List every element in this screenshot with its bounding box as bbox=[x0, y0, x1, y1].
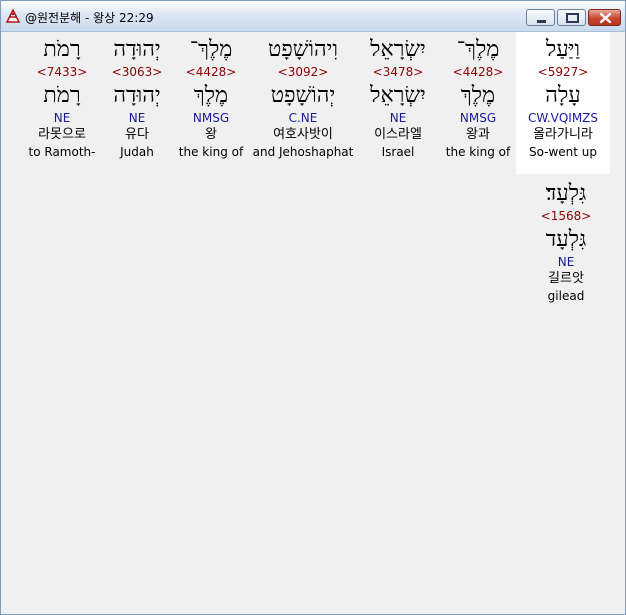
hebrew-lemma: גִּלְעָד bbox=[545, 227, 587, 252]
strong-number: <5927> bbox=[537, 65, 589, 79]
english-gloss: Israel bbox=[381, 145, 415, 159]
hebrew-word: וִיהוֹשָׁפָט bbox=[267, 37, 339, 62]
morphology-code: C.NE bbox=[288, 111, 318, 125]
close-button[interactable] bbox=[588, 9, 621, 26]
word-card[interactable]: מֶלֶךְ־ <4428> מֶלֶךְ NMSG 왕 the king of bbox=[172, 32, 250, 174]
hebrew-word: יִשְׂרָאֵל bbox=[370, 37, 426, 62]
hebrew-lemma: רָמֹת bbox=[43, 83, 81, 108]
morphology-code: NE bbox=[557, 255, 575, 269]
hebrew-lemma: מֶלֶךְ bbox=[193, 83, 229, 108]
morphology-code: NE bbox=[128, 111, 146, 125]
english-gloss: gilead bbox=[547, 289, 585, 303]
hebrew-lemma: עָלָה bbox=[545, 83, 581, 108]
maximize-button[interactable] bbox=[557, 9, 586, 26]
hebrew-lemma: יִשְׂרָאֵל bbox=[370, 83, 426, 108]
morphology-code: CW.VQIMZS bbox=[527, 111, 599, 125]
hebrew-lemma: מֶלֶךְ bbox=[460, 83, 496, 108]
strong-number: <3092> bbox=[277, 65, 329, 79]
minimize-icon bbox=[537, 20, 546, 23]
hebrew-lemma: יְהוּדָה bbox=[113, 83, 161, 108]
english-gloss: and Jehoshaphat bbox=[252, 145, 354, 159]
word-card[interactable]: יִשְׂרָאֵל <3478> יִשְׂרָאֵל NE 이스라엘 Isr… bbox=[356, 32, 440, 174]
hebrew-word: מֶלֶךְ־ bbox=[189, 37, 233, 62]
app-icon bbox=[5, 8, 21, 24]
app-window: @원전분해 - 왕상 22:29 וַיַּעַל <5927> עָלָה C… bbox=[0, 0, 626, 615]
strong-number: <4428> bbox=[452, 65, 504, 79]
hebrew-word: רָמֹת bbox=[43, 37, 81, 62]
word-card[interactable]: רָמֹת <7433> רָמֹת NE 라못으로 to Ramoth- bbox=[24, 32, 100, 174]
korean-gloss: 올라가니라 bbox=[533, 127, 593, 142]
english-gloss: Judah bbox=[120, 145, 154, 159]
korean-gloss: 라못으로 bbox=[38, 127, 86, 142]
hebrew-word: יְהוּדָה bbox=[113, 37, 161, 62]
word-card[interactable]: יְהוּדָה <3063> יְהוּדָה NE 유다 Judah bbox=[102, 32, 172, 174]
close-icon bbox=[599, 12, 612, 24]
korean-gloss: 길르앗 bbox=[548, 271, 584, 286]
english-gloss: the king of bbox=[445, 145, 511, 159]
strong-number: <4428> bbox=[185, 65, 237, 79]
morphology-code: NE bbox=[389, 111, 407, 125]
morphology-code: NMSG bbox=[192, 111, 230, 125]
restore-icon bbox=[566, 13, 579, 23]
hebrew-lemma: יְהוֹשָׁפָט bbox=[270, 83, 336, 108]
word-card[interactable]: מֶלֶךְ־ <4428> מֶלֶךְ NMSG 왕과 the king o… bbox=[438, 32, 518, 174]
minimize-button[interactable] bbox=[526, 9, 555, 26]
hebrew-word: וַיַּעַל bbox=[545, 37, 581, 62]
strong-number: <3063> bbox=[111, 65, 163, 79]
morphology-code: NMSG bbox=[459, 111, 497, 125]
korean-gloss: 왕 bbox=[205, 127, 217, 142]
strong-number: <3478> bbox=[372, 65, 424, 79]
korean-gloss: 이스라엘 bbox=[374, 127, 422, 142]
interlinear-area: וַיַּעַל <5927> עָלָה CW.VQIMZS 올라가니라 So… bbox=[2, 32, 624, 613]
korean-gloss: 유다 bbox=[125, 127, 149, 142]
korean-gloss: 여호사밧이 bbox=[273, 127, 333, 142]
korean-gloss: 왕과 bbox=[466, 127, 490, 142]
morphology-code: NE bbox=[53, 111, 71, 125]
word-card[interactable]: וַיַּעַל <5927> עָלָה CW.VQIMZS 올라가니라 So… bbox=[516, 32, 610, 174]
english-gloss: the king of bbox=[178, 145, 244, 159]
window-title: @원전분해 - 왕상 22:29 bbox=[25, 11, 154, 25]
english-gloss: to Ramoth- bbox=[28, 145, 96, 159]
word-card[interactable]: וִיהוֹשָׁפָט <3092> יְהוֹשָׁפָט C.NE 여호사… bbox=[250, 32, 356, 174]
word-card[interactable]: גִּלְעָד׃ <1568> גִּלְעָד NE 길르앗 gilead bbox=[526, 176, 606, 318]
hebrew-word: גִּלְעָד׃ bbox=[545, 181, 587, 206]
strong-number: <7433> bbox=[36, 65, 88, 79]
english-gloss: So-went up bbox=[528, 145, 598, 159]
hebrew-word: מֶלֶךְ־ bbox=[456, 37, 500, 62]
title-bar[interactable]: @원전분해 - 왕상 22:29 bbox=[1, 1, 625, 32]
strong-number: <1568> bbox=[540, 209, 592, 223]
